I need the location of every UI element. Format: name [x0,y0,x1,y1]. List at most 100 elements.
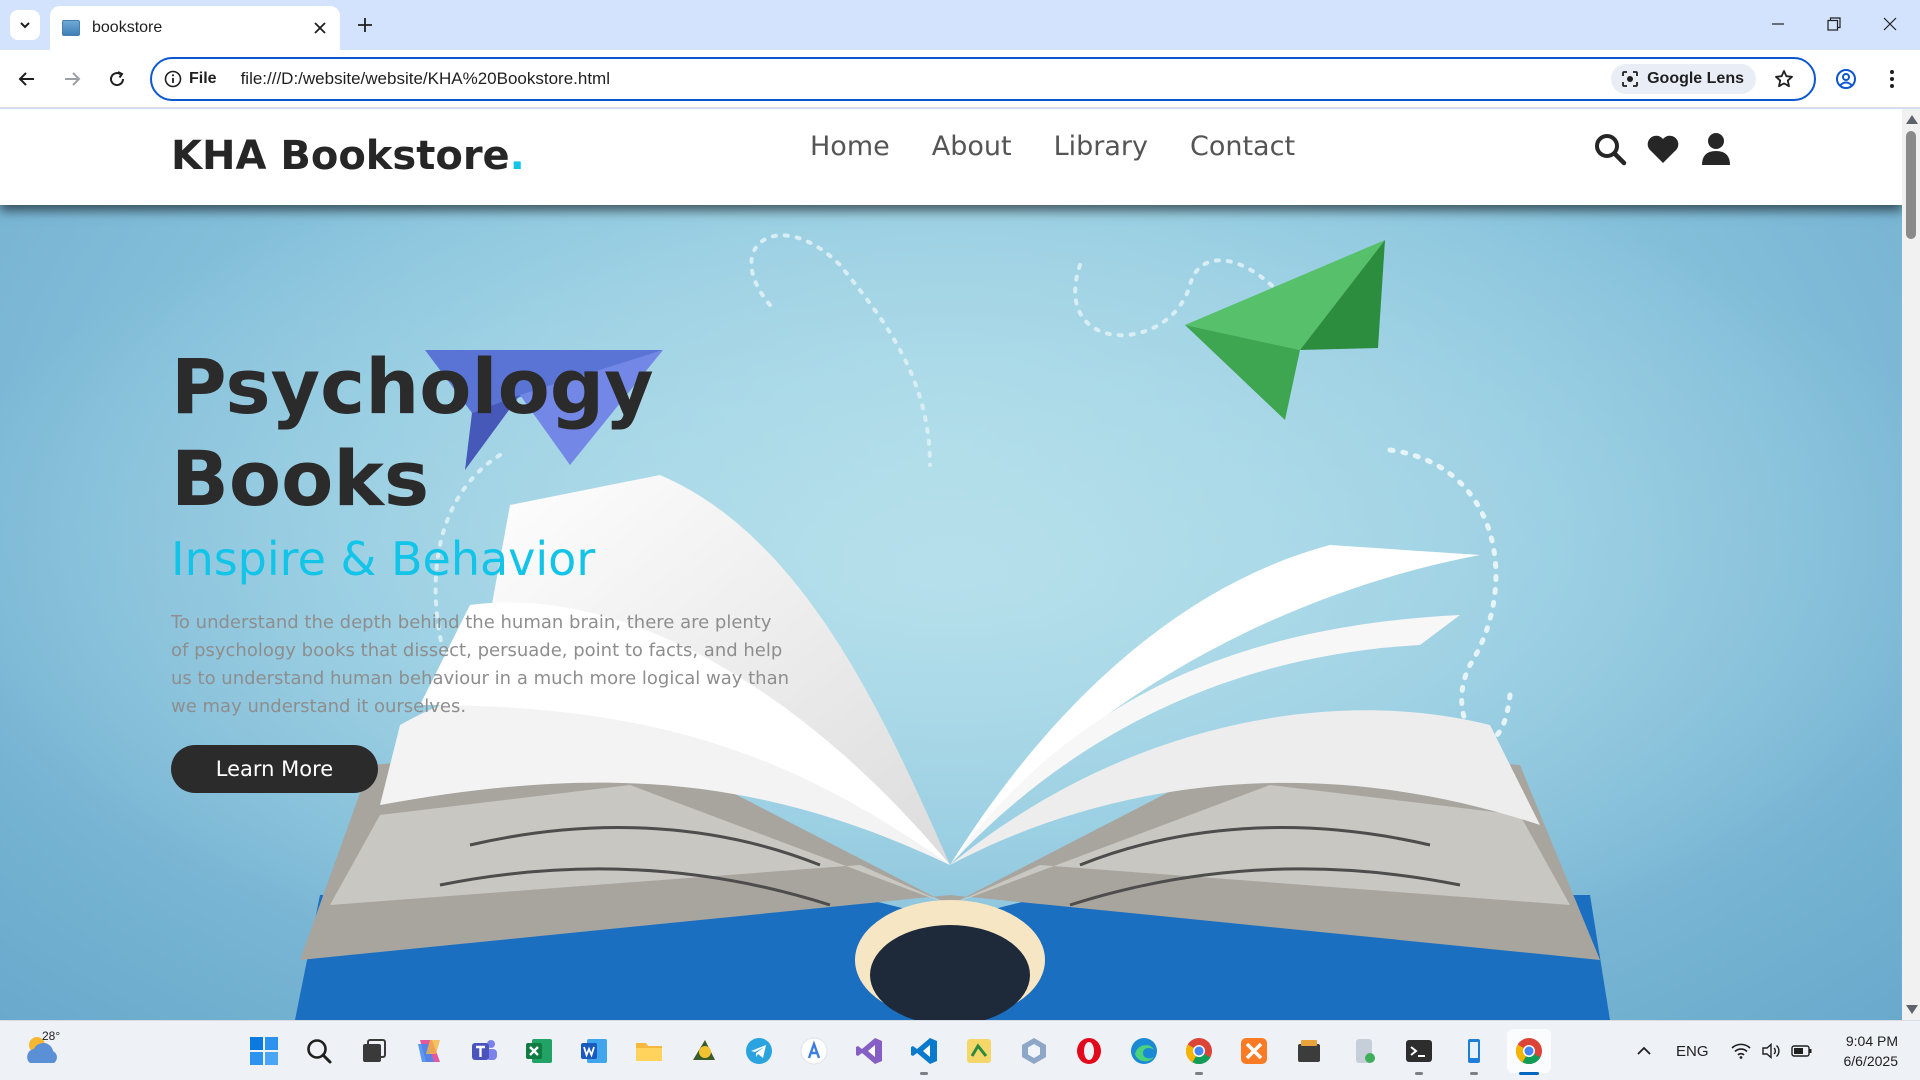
app-icon[interactable] [1452,1029,1496,1075]
battery-icon[interactable] [1790,1044,1813,1058]
word-icon[interactable] [572,1029,616,1073]
telegram-icon[interactable] [737,1029,781,1073]
learn-more-button[interactable]: Learn More [171,745,378,793]
hero-title-line1: Psychology [171,342,654,431]
profile-button[interactable] [1830,63,1862,95]
heart-icon[interactable] [1643,129,1683,169]
header-icons [1590,129,1749,169]
arrow-right-icon [65,72,81,86]
volume-icon[interactable] [1761,1043,1781,1059]
minimize-button[interactable] [1758,6,1798,42]
app-store-icon[interactable] [792,1029,836,1073]
copilot-icon[interactable] [407,1029,451,1073]
nav-contact[interactable]: Contact [1190,131,1295,162]
arrow-left-icon [18,72,34,86]
running-indicator [920,1072,928,1075]
restore-icon [1827,17,1841,31]
site-info-chip[interactable]: File [164,64,217,94]
info-icon [164,70,182,88]
language-indicator[interactable]: ENG [1676,1043,1709,1060]
system-clock[interactable]: 9:04 PM 6/6/2025 [1824,1031,1899,1071]
tab-strip: bookstore [0,0,1920,50]
opera-icon[interactable] [1067,1029,1111,1073]
user-icon[interactable] [1696,129,1736,169]
close-icon [314,22,326,34]
browser-toolbar: File file:///D:/website/website/KHA%20Bo… [0,50,1920,108]
back-button[interactable] [11,63,43,95]
tab-close-button[interactable] [306,14,334,42]
taskbar: 28° ENG 9:04 PM 6/6/2025 [0,1020,1920,1080]
running-indicator [1470,1072,1478,1075]
nav-library[interactable]: Library [1054,131,1148,162]
close-window-button[interactable] [1870,6,1910,42]
hero-content: Psychology Books Inspire & Behavior To u… [171,341,811,793]
edge-icon[interactable] [1122,1029,1166,1073]
task-view-icon[interactable] [352,1029,396,1073]
weather-temperature: 28° [42,1029,61,1043]
plus-icon [358,18,372,32]
star-icon [1775,70,1793,88]
site-logo[interactable]: KHA Bookstore. [171,133,525,179]
hero-subtitle: Inspire & Behavior [171,532,596,586]
page-favicon-icon [62,20,80,36]
scroll-down-arrow-icon[interactable] [1906,1005,1918,1014]
visual-studio-icon[interactable] [847,1029,891,1073]
search-icon[interactable] [1590,129,1630,169]
app-icon[interactable] [1012,1029,1056,1073]
scroll-thumb[interactable] [1906,131,1916,239]
site-chip-label: File [189,70,217,87]
chevron-down-icon [20,22,30,29]
nav-home[interactable]: Home [810,131,890,162]
lens-label: Google Lens [1647,70,1744,87]
more-vertical-icon [1890,70,1894,88]
lens-icon [1622,71,1638,87]
terminal-icon[interactable] [1397,1029,1441,1075]
logo-text: KHA Bookstore [171,133,510,179]
browser-menu-button[interactable] [1876,63,1908,95]
app-icon[interactable] [682,1029,726,1073]
chrome-active-icon[interactable] [1507,1029,1551,1075]
browser-tab[interactable]: bookstore [50,6,340,50]
bookmark-button[interactable] [1768,63,1800,95]
page-viewport: KHA Bookstore. Home About Library Contac… [0,109,1902,1020]
vscode-icon[interactable] [902,1029,946,1075]
hero-description: To understand the depth behind the human… [171,612,790,717]
xampp-icon[interactable] [1232,1029,1276,1073]
minimize-icon [1772,23,1784,25]
page-scrollbar[interactable] [1902,109,1920,1020]
url-text[interactable]: file:///D:/website/website/KHA%20Booksto… [241,69,1612,89]
search-icon[interactable] [297,1029,341,1073]
reload-button[interactable] [101,63,133,95]
app-icon[interactable] [957,1029,1001,1073]
active-indicator [1519,1072,1539,1075]
site-header: KHA Bookstore. Home About Library Contac… [0,109,1902,205]
hero-section: Psychology Books Inspire & Behavior To u… [0,205,1902,1020]
clock-time: 9:04 PM [1845,1033,1898,1049]
new-tab-button[interactable] [350,10,380,40]
app-icon[interactable] [1342,1029,1386,1073]
scroll-up-arrow-icon[interactable] [1906,115,1918,124]
forward-button[interactable] [56,63,88,95]
running-indicator [1195,1072,1203,1075]
chrome-icon[interactable] [1177,1029,1221,1075]
reload-icon [110,71,125,87]
start-icon[interactable] [242,1029,286,1073]
profile-icon [1836,69,1856,89]
app-icon[interactable] [1287,1029,1331,1073]
tab-title: bookstore [92,19,163,36]
system-tray: ENG [1636,1021,1813,1080]
main-nav: Home About Library Contact [810,131,1337,162]
excel-icon[interactable] [517,1029,561,1073]
wifi-icon[interactable] [1730,1043,1751,1059]
clock-date: 6/6/2025 [1843,1053,1899,1069]
chevron-up-icon[interactable] [1636,1043,1652,1059]
address-bar[interactable]: File file:///D:/website/website/KHA%20Bo… [150,57,1816,101]
close-icon [1883,17,1897,31]
tab-search-button[interactable] [10,10,40,40]
hero-title-line2: Books [171,434,430,523]
google-lens-button[interactable]: Google Lens [1611,64,1756,94]
teams-icon[interactable] [462,1029,506,1073]
file-explorer-icon[interactable] [627,1029,671,1073]
nav-about[interactable]: About [932,131,1012,162]
restore-button[interactable] [1814,6,1854,42]
